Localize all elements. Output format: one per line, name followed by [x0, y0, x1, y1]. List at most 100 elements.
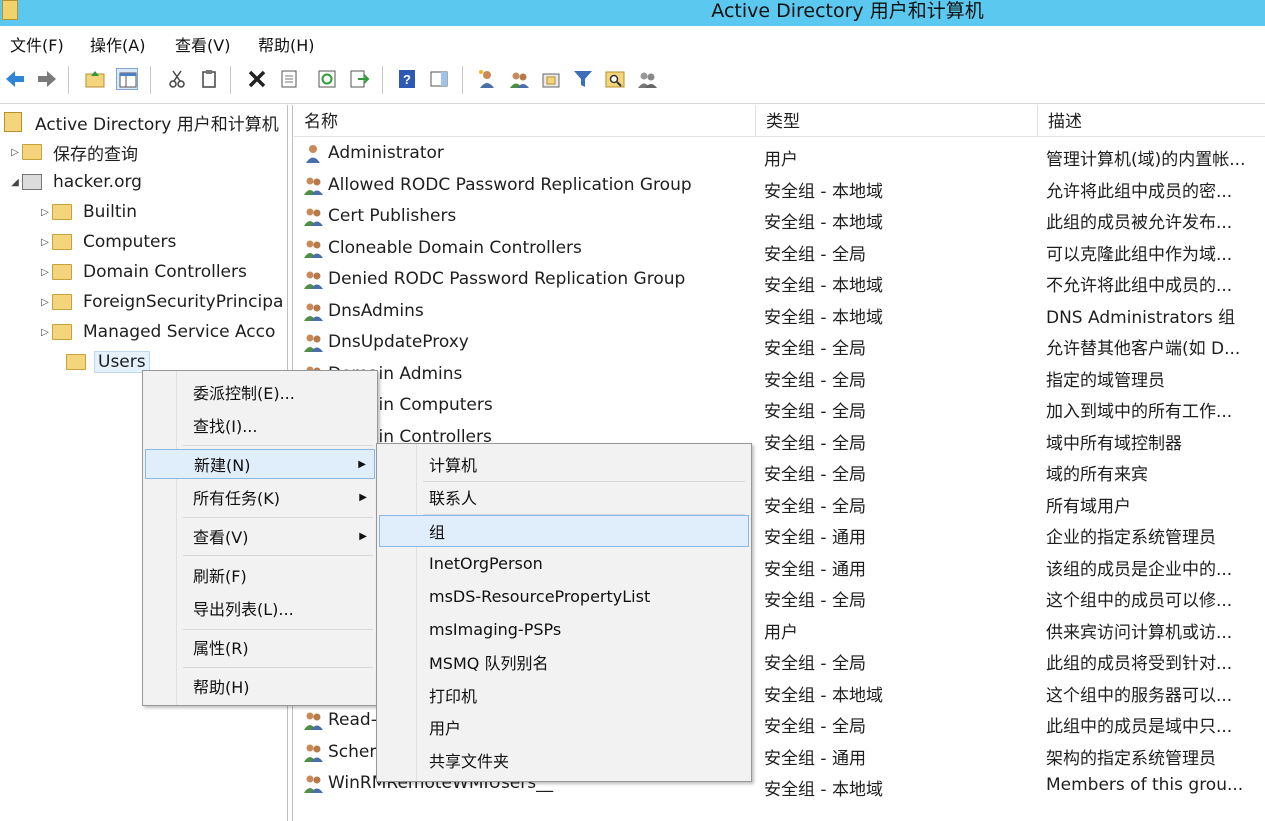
- menu-action[interactable]: 操作(A): [90, 32, 145, 56]
- submenu-item-msmq-queue-alias[interactable]: MSMQ 队列别名: [379, 647, 749, 677]
- menu-item-properties[interactable]: 属性(R): [145, 632, 375, 662]
- new-group-icon[interactable]: [508, 68, 530, 90]
- expand-icon[interactable]: ▷: [8, 147, 22, 158]
- submenu-item-computer[interactable]: 计算机: [379, 449, 749, 479]
- cell-desc: 域中所有域控制器: [1046, 433, 1182, 454]
- menu-item-refresh[interactable]: 刷新(F): [145, 560, 375, 590]
- add-to-group-icon[interactable]: [636, 68, 658, 90]
- cell-desc: DNS Administrators 组: [1046, 307, 1236, 328]
- group-icon: [302, 741, 324, 763]
- cell-desc: 此组中的成员是域中只...: [1046, 717, 1233, 737]
- folder-icon: [22, 144, 42, 160]
- show-tree-icon[interactable]: [116, 68, 138, 90]
- table-row[interactable]: Domain Admins 安全组 - 全局 指定的域管理员: [294, 360, 1265, 391]
- table-row[interactable]: Denied RODC Password Replication Group 安全…: [294, 265, 1265, 296]
- cell-type: 安全组 - 本地域: [764, 213, 883, 233]
- cell-desc: 域的所有来宾: [1046, 465, 1148, 485]
- cell-type: 安全组 - 全局: [764, 654, 866, 674]
- row-name-label: Denied RODC Password Replication Group: [328, 269, 686, 289]
- delete-icon[interactable]: [246, 68, 268, 90]
- menu-item-help[interactable]: 帮助(H): [145, 671, 375, 701]
- submenu-item-user[interactable]: 用户: [379, 712, 749, 742]
- group-icon: [302, 205, 324, 227]
- cell-type: 安全组 - 全局: [764, 339, 866, 359]
- menu-item-delegate-control[interactable]: 委派控制(E)...: [145, 377, 375, 407]
- expand-icon[interactable]: ▷: [38, 297, 52, 308]
- column-header-name[interactable]: 名称: [294, 105, 756, 137]
- cell-desc: 允许替其他客户端(如 D...: [1046, 339, 1241, 359]
- column-header-type[interactable]: 类型: [756, 105, 1038, 137]
- column-header-desc[interactable]: 描述: [1038, 105, 1265, 137]
- folder-icon: [52, 234, 72, 250]
- submenu-item-group[interactable]: 组: [379, 515, 749, 547]
- refresh-icon[interactable]: [316, 68, 338, 90]
- menu-item-export-list[interactable]: 导出列表(L)...: [145, 593, 375, 623]
- table-row[interactable]: Allowed RODC Password Replication Group 安…: [294, 171, 1265, 202]
- menu-view[interactable]: 查看(V): [175, 32, 230, 56]
- tree-item-computers[interactable]: ▷ Computers: [38, 229, 179, 255]
- menu-item-view[interactable]: 查看(V) ▶: [145, 521, 375, 551]
- toolbar: ?: [0, 58, 1265, 104]
- cell-desc: 不允许将此组中成员的...: [1046, 276, 1233, 296]
- find-icon[interactable]: [604, 68, 626, 90]
- new-ou-icon[interactable]: [540, 68, 562, 90]
- svg-text:?: ?: [403, 72, 411, 87]
- submenu-item-contact[interactable]: 联系人: [379, 482, 749, 512]
- export-icon[interactable]: [348, 68, 370, 90]
- tree-item-users[interactable]: Users: [52, 349, 150, 375]
- table-row[interactable]: DnsAdmins 安全组 - 本地域 DNS Administrators 组: [294, 297, 1265, 328]
- submenu-item-msds-resourcepropertylist[interactable]: msDS-ResourcePropertyList: [379, 581, 749, 611]
- table-row[interactable]: Administrator 用户 管理计算机(域)的内置帐...: [294, 139, 1265, 170]
- table-row[interactable]: DnsUpdateProxy 安全组 - 全局 允许替其他客户端(如 D...: [294, 328, 1265, 359]
- copy-icon[interactable]: [198, 68, 220, 90]
- filter-icon[interactable]: [572, 68, 594, 90]
- cell-desc: 加入到域中的所有工作...: [1046, 402, 1233, 422]
- collapse-icon[interactable]: ◢: [8, 177, 22, 188]
- action-pane-icon[interactable]: [428, 68, 450, 90]
- submenu-item-msimaging-psps[interactable]: msImaging-PSPs: [379, 614, 749, 644]
- help-icon[interactable]: ?: [396, 68, 418, 90]
- properties-icon[interactable]: [278, 68, 300, 90]
- expand-icon[interactable]: ▷: [38, 327, 52, 338]
- cell-name: Allowed RODC Password Replication Group: [302, 174, 692, 196]
- table-row[interactable]: Cert Publishers 安全组 - 本地域 此组的成员被允许发布...: [294, 202, 1265, 233]
- row-name-label: DnsUpdateProxy: [328, 332, 469, 352]
- menu-item-all-tasks[interactable]: 所有任务(K) ▶: [145, 482, 375, 512]
- cut-icon[interactable]: [166, 68, 188, 90]
- menu-item-new[interactable]: 新建(N) ▶: [145, 449, 375, 479]
- expand-icon[interactable]: ▷: [38, 267, 52, 278]
- toolbar-separator: [462, 66, 463, 94]
- tree-item-foreign-security-principals[interactable]: ▷ ForeignSecurityPrincipa: [38, 289, 286, 315]
- tree-item-domain-controllers[interactable]: ▷ Domain Controllers: [38, 259, 250, 285]
- submenu-item-shared-folder[interactable]: 共享文件夹: [379, 745, 749, 775]
- tree-item-domain[interactable]: ◢ hacker.org: [8, 169, 145, 195]
- tree-root[interactable]: Active Directory 用户和计算机: [4, 109, 282, 135]
- menu-help[interactable]: 帮助(H): [258, 32, 315, 56]
- menu-separator: [183, 667, 373, 668]
- submenu-item-inetorgperson[interactable]: InetOrgPerson: [379, 548, 749, 578]
- forward-icon[interactable]: [36, 68, 58, 90]
- group-icon: [302, 237, 324, 259]
- cell-desc: 供来宾访问计算机或访...: [1046, 622, 1233, 643]
- menu-separator: [183, 517, 373, 518]
- submenu-item-printer[interactable]: 打印机: [379, 680, 749, 710]
- cell-desc: 可以克隆此组中作为域...: [1046, 244, 1233, 265]
- up-folder-icon[interactable]: [84, 68, 106, 90]
- ou-folder-icon: [52, 264, 72, 280]
- new-user-icon[interactable]: [476, 68, 498, 90]
- cell-name: Cloneable Domain Controllers: [302, 237, 582, 259]
- tree-item-managed-service-accounts[interactable]: ▷ Managed Service Acco: [38, 319, 278, 345]
- cell-type: 安全组 - 全局: [764, 717, 866, 737]
- back-icon[interactable]: [4, 68, 26, 90]
- cell-type: 安全组 - 全局: [764, 496, 866, 517]
- menu-file[interactable]: 文件(F): [10, 32, 64, 56]
- tree-item-builtin[interactable]: ▷ Builtin: [38, 199, 140, 225]
- folder-icon: [52, 204, 72, 220]
- table-row[interactable]: Domain Computers 安全组 - 全局 加入到域中的所有工作...: [294, 391, 1265, 422]
- cell-type: 安全组 - 本地域: [764, 181, 883, 202]
- menu-item-find[interactable]: 查找(I)...: [145, 410, 375, 440]
- expand-icon[interactable]: ▷: [38, 237, 52, 248]
- expand-icon[interactable]: ▷: [38, 207, 52, 218]
- table-row[interactable]: Cloneable Domain Controllers 安全组 - 全局 可以克隆…: [294, 234, 1265, 265]
- tree-item-saved-queries[interactable]: ▷ 保存的查询: [8, 139, 141, 165]
